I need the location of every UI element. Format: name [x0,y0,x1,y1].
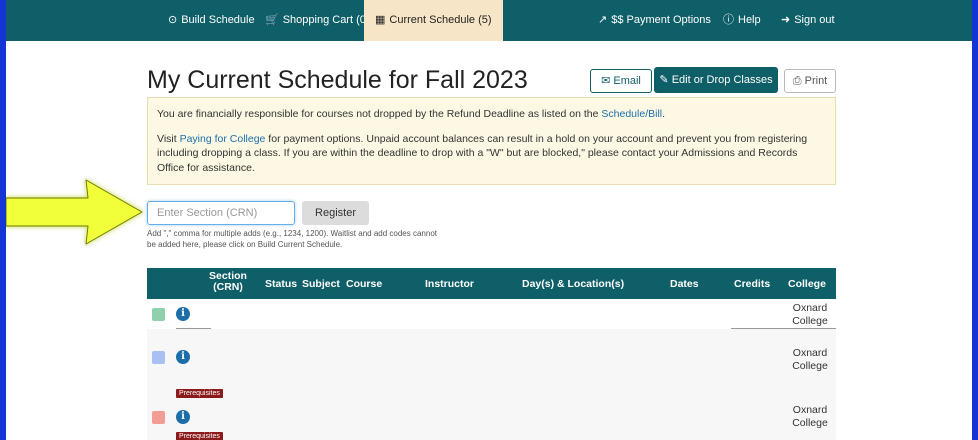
prerequisites-badge[interactable]: Prerequisites [176,389,223,398]
external-link-icon: ↗ [598,14,608,26]
notice-paragraph-1: You are financially responsible for cour… [157,107,826,122]
table-row: i Oxnard College [147,299,836,329]
crn-hint: Add "," comma for multiple adds (e.g., 1… [147,229,437,249]
schedule-table-header: Section (CRN) Status Subject Course Inst… [147,268,836,299]
info-icon[interactable]: i [176,307,190,321]
register-button[interactable]: Register [302,201,369,225]
col-subject: Subject [302,278,340,290]
notice-paragraph-2: Visit Paying for College for payment opt… [157,132,826,176]
edit-label: Edit or Drop Classes [671,74,773,86]
col-section-line2: (CRN) [213,281,243,293]
nav-payment-options[interactable]: ↗ $$ Payment Options [598,0,711,41]
col-college: College [788,278,826,290]
college-line1: Oxnard [792,302,828,314]
table-row: i Oxnard College Prerequisites [147,401,836,440]
col-instructor: Instructor [425,278,475,290]
nav-shopping-cart[interactable]: 🛒 Shopping Cart (0) [265,0,370,41]
info-icon[interactable]: i [176,350,190,364]
nav-current-label: Current Schedule (5) [389,14,492,26]
email-button[interactable]: ✉ Email [590,69,652,93]
nav-payment-label: $$ Payment Options [611,14,711,26]
print-label: Print [804,75,828,87]
college-cell: Oxnard College [785,347,835,373]
printer-icon: ⎙ [792,75,802,87]
highlight-arrow-icon [6,179,143,245]
cart-icon: 🛒 [265,14,279,26]
col-status: Status [265,278,298,290]
nav-signout-label: Sign out [794,14,835,26]
college-cell: Oxnard College [785,404,835,430]
crn-input[interactable] [147,201,295,225]
row-color-swatch [152,308,165,321]
email-label: Email [613,75,641,87]
college-line2: College [792,417,828,429]
col-days-locations: Day(s) & Location(s) [522,278,625,290]
col-section: Section (CRN) [203,271,253,293]
info-icon[interactable]: i [176,410,190,424]
paying-for-college-link[interactable]: Paying for College [180,133,266,145]
table-row: i Oxnard College Prerequisites [147,329,836,401]
college-cell: Oxnard College [785,302,835,328]
print-button[interactable]: ⎙ Print [784,69,836,93]
pencil-icon: ✎ [659,74,669,86]
college-line2: College [792,315,828,327]
sign-out-icon: ➜ [781,14,791,26]
schedule-bill-link[interactable]: Schedule/Bill [601,108,662,120]
nav-help[interactable]: ⓘ Help [723,0,761,41]
notice-p2-pre: Visit [157,132,180,145]
nav-current-schedule[interactable]: ▦ Current Schedule (5) [364,0,503,41]
col-course: Course [346,278,383,290]
college-line2: College [792,360,828,372]
clock-icon: ⊙ [168,14,178,26]
calendar-icon: ▦ [375,14,386,26]
top-nav: ⊙ Build Schedule 🛒 Shopping Cart (0) ▦ Curr… [6,0,972,41]
prerequisites-badge[interactable]: Prerequisites [176,432,223,440]
row-color-swatch [152,351,165,364]
nav-cart-label: Shopping Cart (0) [282,14,370,26]
col-dates: Dates [670,278,699,290]
nav-build-label: Build Schedule [181,14,255,26]
help-icon: ⓘ [723,14,734,26]
college-line1: Oxnard [792,347,828,359]
nav-sign-out[interactable]: ➜ Sign out [781,0,835,41]
row-color-swatch [152,411,165,424]
page: ⊙ Build Schedule 🛒 Shopping Cart (0) ▦ Curr… [6,0,972,440]
edit-drop-classes-button[interactable]: ✎ Edit or Drop Classes [654,67,778,93]
nav-help-label: Help [738,14,761,26]
notice-p1-end: . [662,108,666,120]
nav-build-schedule[interactable]: ⊙ Build Schedule [168,0,255,41]
college-line1: Oxnard [792,404,828,416]
page-title: My Current Schedule for Fall 2023 [147,66,528,94]
col-credits: Credits [734,278,771,290]
financial-notice: You are financially responsible for cour… [147,97,836,185]
notice-p1-text: You are financially responsible for cour… [157,108,602,120]
envelope-icon: ✉ [601,75,611,87]
